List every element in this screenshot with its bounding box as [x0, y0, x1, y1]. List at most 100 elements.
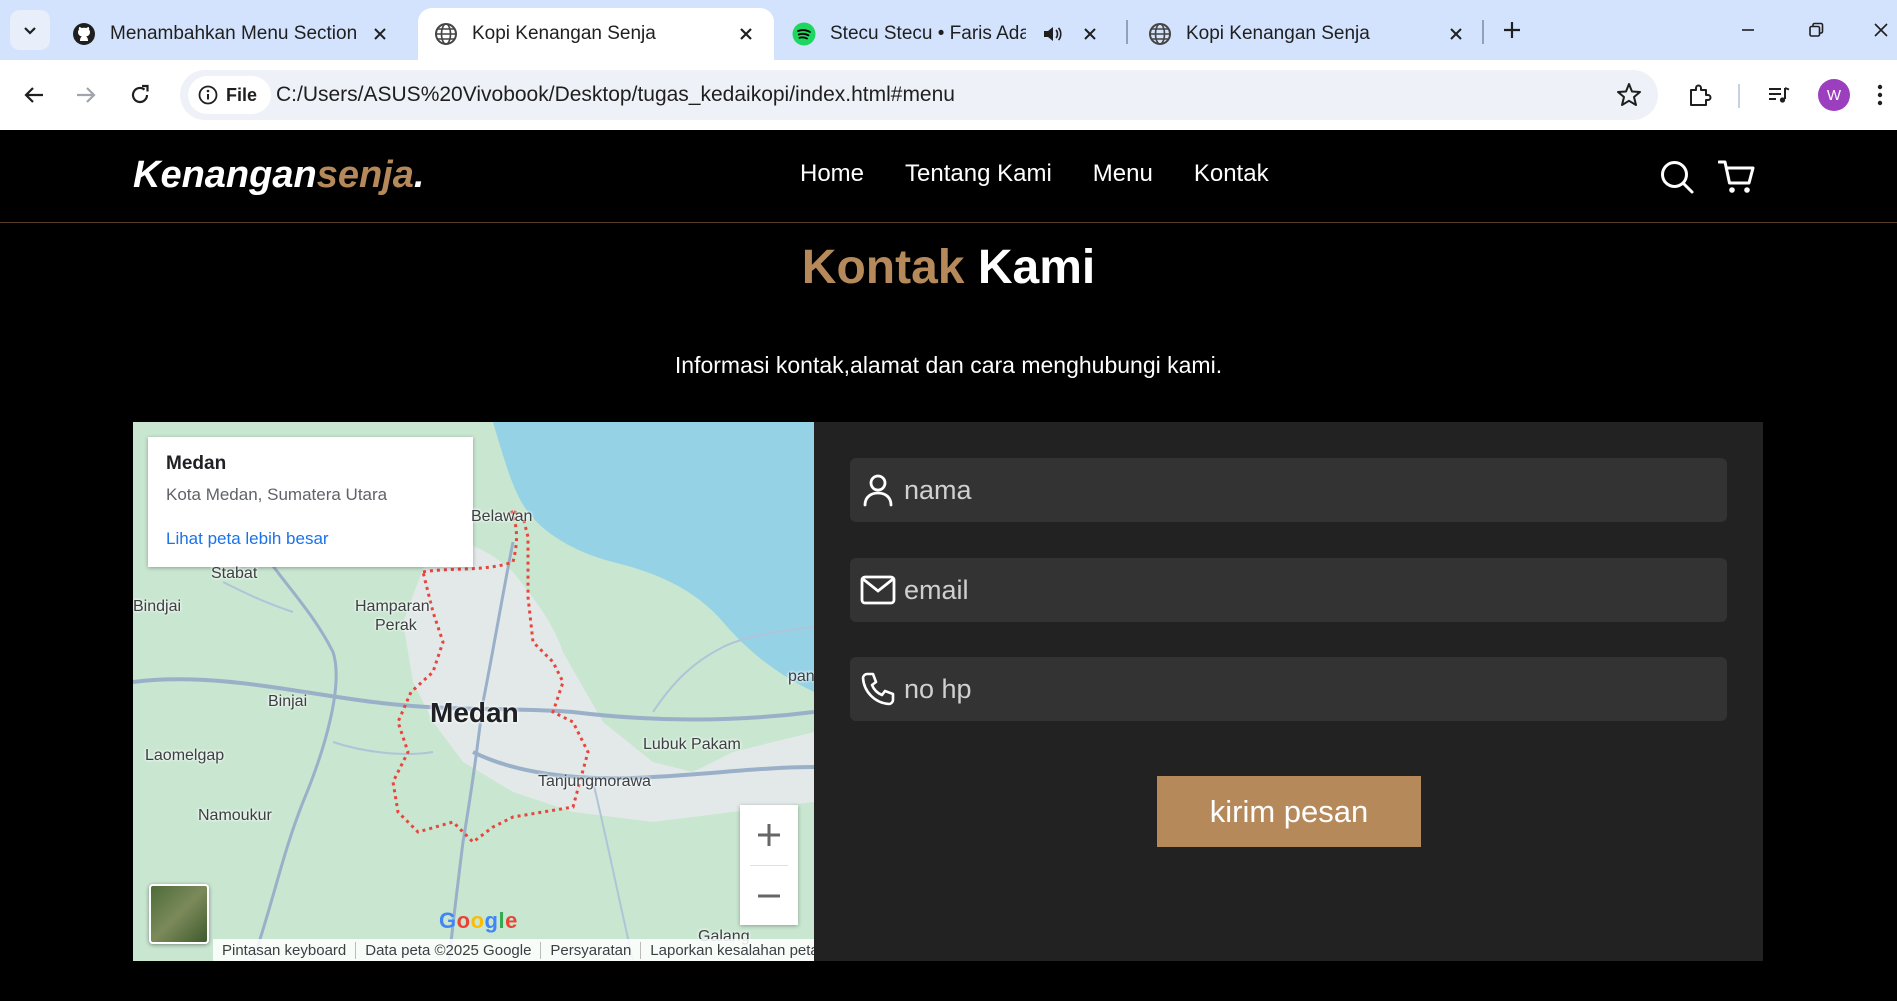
keyboard-shortcuts-link[interactable]: Pintasan keyboard — [213, 941, 357, 959]
map-place-card: Medan Kota Medan, Sumatera Utara Lihat p… — [148, 437, 473, 567]
name-placeholder: nama — [904, 474, 972, 505]
browser-toolbar: File C:/Users/ASUS%20Vivobook/Desktop/tu… — [0, 60, 1897, 130]
browser-menu-button[interactable] — [1868, 78, 1892, 112]
logo-accent: senja — [316, 154, 414, 196]
tab-search-button[interactable] — [10, 10, 50, 50]
close-window-button[interactable] — [1864, 10, 1897, 50]
info-icon — [198, 85, 218, 105]
reload-button[interactable] — [120, 75, 160, 115]
restore-button[interactable] — [1796, 10, 1836, 50]
nav-link-menu[interactable]: Menu — [1093, 160, 1153, 188]
close-tab-icon[interactable] — [1078, 22, 1102, 46]
phone-icon — [858, 669, 898, 709]
view-larger-map-link[interactable]: Lihat peta lebih besar — [166, 529, 455, 549]
email-field[interactable]: email — [850, 558, 1727, 622]
close-tab-icon[interactable] — [1444, 22, 1468, 46]
back-button[interactable] — [14, 75, 54, 115]
map-label-city: Medan — [430, 697, 519, 728]
arrow-left-icon — [24, 87, 43, 103]
phone-placeholder: no hp — [904, 673, 972, 704]
phone-field[interactable]: no hp — [850, 657, 1727, 721]
tab-spotify[interactable]: Stecu Stecu • Faris Adam — [776, 8, 1118, 60]
bookmark-star-icon[interactable] — [1616, 82, 1642, 108]
logo-main: Kenangan — [133, 154, 317, 196]
minimize-icon — [1742, 29, 1754, 31]
name-field[interactable]: nama — [850, 458, 1727, 522]
globe-icon — [1148, 22, 1172, 46]
close-tab-icon[interactable] — [368, 22, 392, 46]
github-icon — [72, 22, 96, 46]
extensions-button[interactable] — [1683, 78, 1717, 112]
tab-title: Stecu Stecu • Faris Adam — [830, 23, 1026, 44]
media-control-button[interactable] — [1762, 78, 1796, 112]
site-info-chip[interactable]: File — [188, 76, 272, 114]
playlist-music-icon — [1769, 87, 1790, 103]
satellite-layer-toggle[interactable] — [149, 884, 209, 944]
map-place-address: Kota Medan, Sumatera Utara — [166, 485, 388, 504]
tab-separator — [1126, 20, 1128, 44]
zoom-out-button[interactable] — [740, 866, 798, 926]
tab-github[interactable]: Menambahkan Menu Section · — [56, 8, 408, 60]
new-tab-button[interactable] — [1496, 14, 1528, 46]
map-zoom-control — [740, 805, 798, 925]
contact-form: nama email no hp kirim pesan — [814, 422, 1763, 961]
plus-icon — [758, 824, 780, 846]
map-footer: Pintasan keyboard Data peta ©2025 Google… — [213, 939, 814, 961]
shopping-cart-icon — [1718, 160, 1755, 193]
main-nav: Home Tentang Kami Menu Kontak — [800, 160, 1310, 188]
minimize-button[interactable] — [1728, 10, 1768, 50]
contact-subtitle: Informasi kontak,alamat dan cara menghub… — [674, 352, 1223, 378]
toolbar-separator — [1738, 84, 1740, 108]
map-label: Hamparan — [355, 598, 430, 615]
tab-separator — [1482, 20, 1484, 44]
map-label: Lubuk Pakam — [643, 736, 741, 753]
terms-link[interactable]: Persyaratan — [541, 941, 642, 959]
minus-icon — [758, 894, 780, 898]
embedded-map[interactable]: Medan Kota Medan, Sumatera Utara Lihat p… — [133, 422, 814, 961]
heading-main: Kami — [977, 241, 1096, 294]
plus-icon — [1504, 22, 1520, 38]
forward-button[interactable] — [66, 75, 106, 115]
site-logo[interactable]: Kenangansenja. — [133, 154, 424, 197]
report-error-link[interactable]: Laporkan kesalahan peta — [641, 942, 814, 959]
contact-heading: Kontak Kami — [0, 240, 1897, 295]
close-tab-icon[interactable] — [734, 22, 758, 46]
chevron-down-icon — [24, 27, 36, 35]
map-label: Bindjai — [133, 598, 182, 615]
google-logo: Google — [439, 908, 518, 933]
reload-icon — [131, 84, 149, 104]
spotify-icon — [792, 22, 816, 46]
heading-accent: Kontak — [801, 241, 965, 294]
map-label: Binjai — [268, 693, 308, 710]
profile-avatar[interactable]: W — [1818, 79, 1850, 111]
nav-link-kontak[interactable]: Kontak — [1194, 160, 1269, 188]
arrow-right-icon — [77, 87, 96, 103]
search-button[interactable] — [1657, 157, 1697, 197]
nav-link-home[interactable]: Home — [800, 160, 864, 188]
tab-title: Menambahkan Menu Section · — [110, 23, 360, 44]
close-icon — [1873, 23, 1888, 37]
address-bar[interactable]: File C:/Users/ASUS%20Vivobook/Desktop/tu… — [180, 70, 1658, 120]
map-label: Laomelgap — [145, 747, 225, 764]
site-navbar: Kenangansenja. Home Tentang Kami Menu Ko… — [0, 130, 1897, 223]
puzzle-icon — [1690, 84, 1712, 106]
mail-icon — [858, 570, 898, 610]
cart-button[interactable] — [1717, 157, 1757, 197]
restore-icon — [1809, 22, 1824, 37]
contact-row: Medan Kota Medan, Sumatera Utara Lihat p… — [133, 422, 1763, 961]
tab-kopi-kenangan-active[interactable]: Kopi Kenangan Senja — [418, 8, 774, 60]
map-label: Namoukur — [198, 807, 272, 824]
browser-tabstrip: Menambahkan Menu Section · Kopi Kenangan… — [0, 0, 1897, 60]
speaker-icon[interactable] — [1040, 22, 1064, 46]
url-text[interactable]: C:/Users/ASUS%20Vivobook/Desktop/tugas_k… — [276, 83, 955, 107]
kebab-menu-icon — [1877, 84, 1883, 106]
logo-dot: . — [413, 154, 425, 196]
submit-button[interactable]: kirim pesan — [1157, 776, 1421, 847]
tab-kopi-kenangan[interactable]: Kopi Kenangan Senja — [1132, 8, 1484, 60]
map-label: Belawan — [471, 508, 533, 525]
globe-icon — [434, 22, 458, 46]
map-place-name: Medan — [166, 453, 227, 474]
zoom-in-button[interactable] — [740, 805, 798, 865]
nav-link-tentang-kami[interactable]: Tentang Kami — [905, 160, 1052, 188]
map-label: Tanjungmorawa — [538, 773, 651, 790]
